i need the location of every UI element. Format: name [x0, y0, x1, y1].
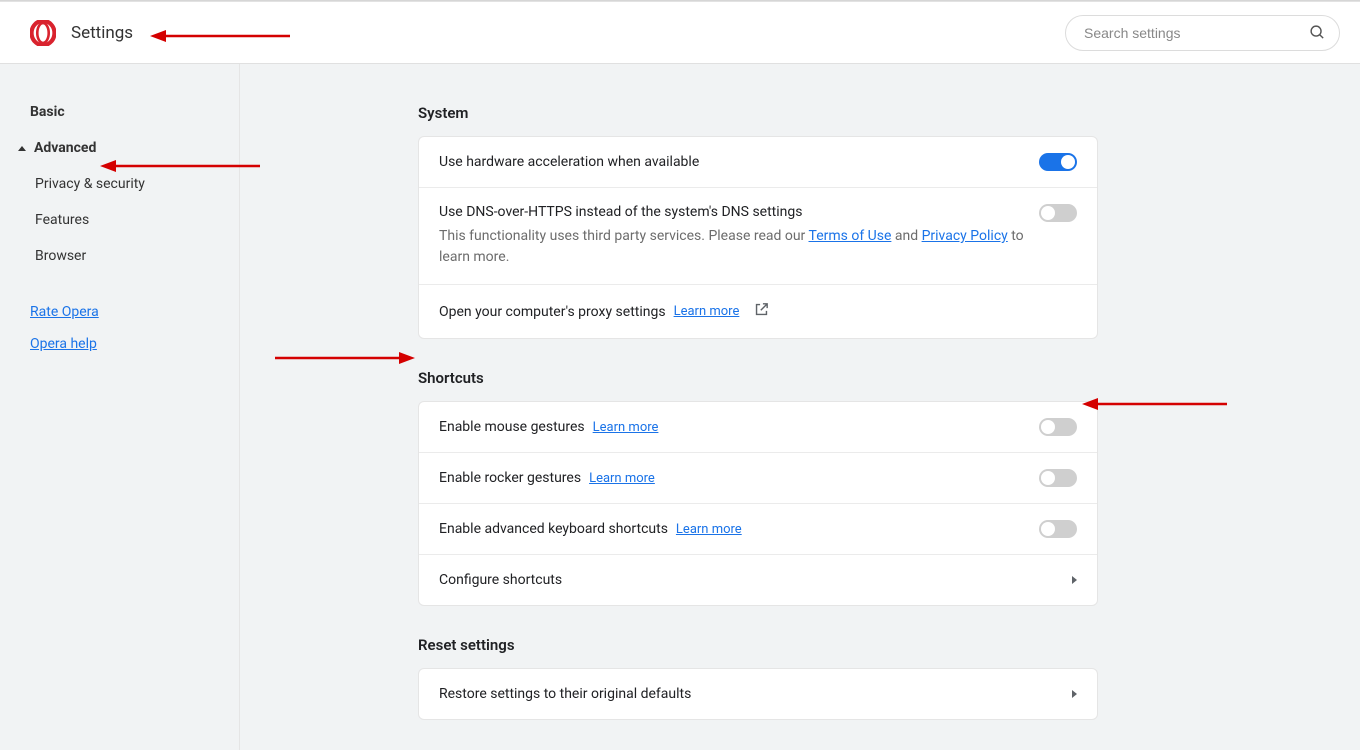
page-title: Settings — [71, 23, 133, 43]
learn-more-link[interactable]: Learn more — [676, 522, 742, 537]
sidebar-link-help[interactable]: Opera help — [20, 328, 239, 360]
row-label: Open your computer's proxy settings — [439, 304, 666, 320]
row-description: This functionality uses third party serv… — [439, 226, 1039, 268]
row-label: Use hardware acceleration when available — [439, 154, 699, 170]
sidebar-link-rate[interactable]: Rate Opera — [20, 296, 239, 328]
sidebar-item-privacy[interactable]: Privacy & security — [20, 166, 239, 202]
row-keyboard-shortcuts: Enable advanced keyboard shortcuts Learn… — [419, 504, 1097, 555]
toggle-mouse-gestures[interactable] — [1039, 418, 1077, 436]
toggle-keyboard-shortcuts[interactable] — [1039, 520, 1077, 538]
section-title-system: System — [418, 104, 1098, 122]
sidebar-item-basic[interactable]: Basic — [20, 94, 239, 130]
chevron-right-icon — [1072, 690, 1077, 698]
row-mouse-gestures: Enable mouse gestures Learn more — [419, 402, 1097, 453]
sidebar-item-label: Advanced — [34, 140, 96, 156]
row-label: Enable advanced keyboard shortcuts — [439, 521, 668, 537]
row-configure-shortcuts[interactable]: Configure shortcuts — [419, 555, 1097, 605]
row-dns: Use DNS-over-HTTPS instead of the system… — [419, 188, 1097, 285]
row-label: Restore settings to their original defau… — [439, 686, 691, 702]
sidebar-item-features[interactable]: Features — [20, 202, 239, 238]
external-link-icon — [753, 301, 770, 322]
reset-card: Restore settings to their original defau… — [418, 668, 1098, 720]
opera-logo-icon — [30, 20, 56, 46]
row-label: Configure shortcuts — [439, 572, 562, 588]
row-rocker-gestures: Enable rocker gestures Learn more — [419, 453, 1097, 504]
header: Settings — [0, 2, 1360, 64]
privacy-link[interactable]: Privacy Policy — [922, 228, 1008, 244]
shortcuts-card: Enable mouse gestures Learn more Enable … — [418, 401, 1098, 606]
system-card: Use hardware acceleration when available… — [418, 136, 1098, 339]
row-restore-defaults[interactable]: Restore settings to their original defau… — [419, 669, 1097, 719]
terms-link[interactable]: Terms of Use — [809, 228, 892, 244]
learn-more-link[interactable]: Learn more — [674, 304, 740, 319]
row-label: Enable rocker gestures — [439, 470, 581, 486]
sidebar-item-browser[interactable]: Browser — [20, 238, 239, 274]
row-label: Use DNS-over-HTTPS instead of the system… — [439, 204, 1039, 220]
sidebar-item-advanced[interactable]: Advanced — [20, 130, 239, 166]
row-proxy[interactable]: Open your computer's proxy settings Lear… — [419, 285, 1097, 338]
toggle-dns[interactable] — [1039, 204, 1077, 222]
learn-more-link[interactable]: Learn more — [589, 471, 655, 486]
learn-more-link[interactable]: Learn more — [593, 420, 659, 435]
chevron-right-icon — [1072, 576, 1077, 584]
section-title-shortcuts: Shortcuts — [418, 369, 1098, 387]
sidebar: Basic Advanced Privacy & security Featur… — [0, 64, 240, 750]
search-input[interactable] — [1065, 15, 1340, 51]
chevron-up-icon — [18, 146, 26, 151]
toggle-rocker-gestures[interactable] — [1039, 469, 1077, 487]
row-hw-accel: Use hardware acceleration when available — [419, 137, 1097, 188]
section-title-reset: Reset settings — [418, 636, 1098, 654]
toggle-hw-accel[interactable] — [1039, 153, 1077, 171]
search-icon — [1309, 24, 1326, 45]
row-label: Enable mouse gestures — [439, 419, 585, 435]
